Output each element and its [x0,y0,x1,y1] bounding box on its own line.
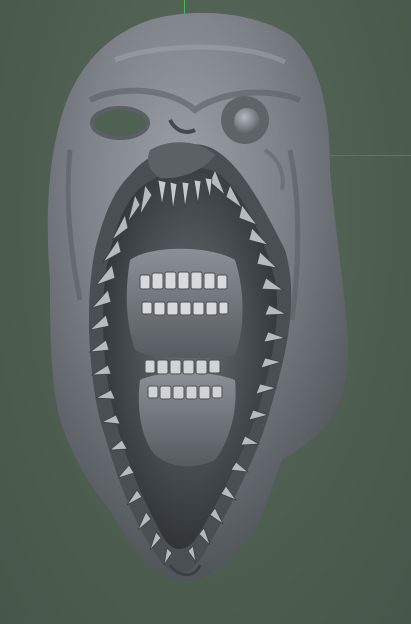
right-eyeball [234,108,260,134]
left-eye-socket [90,106,150,140]
3d-viewport[interactable] [0,0,411,624]
sculpted-creature-head-mesh[interactable] [0,0,411,624]
